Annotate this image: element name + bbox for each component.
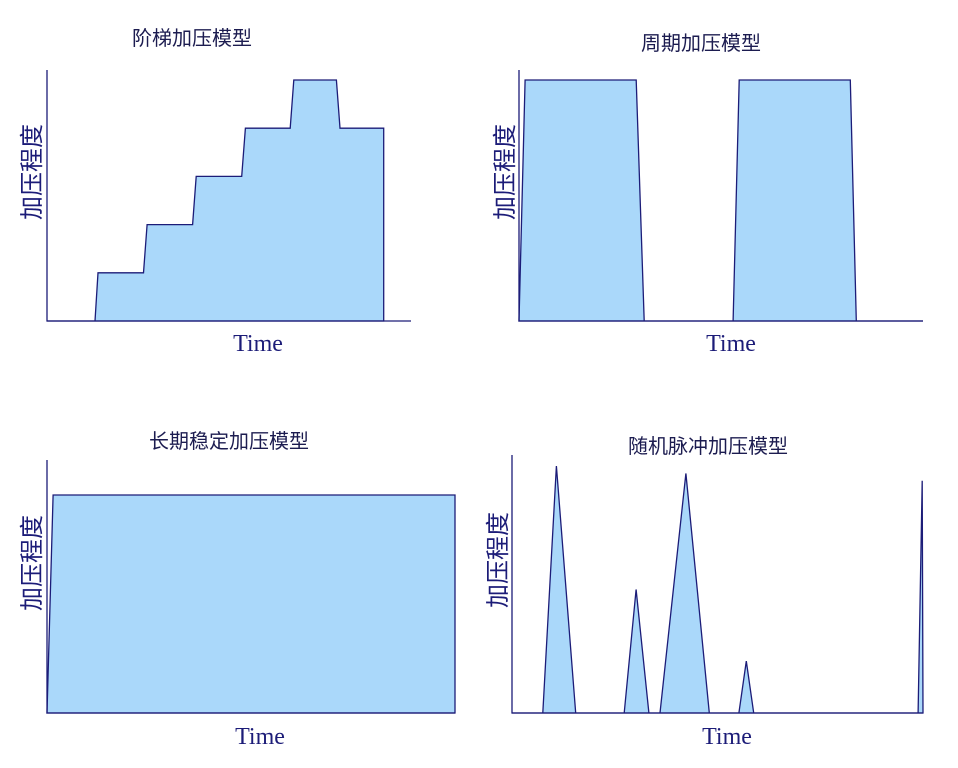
chart-title: 长期稳定加压模型 [149,429,309,453]
panel-periodic-model: 周期加压模型 加压程度 Time [491,31,923,357]
stress-model-figure: 阶梯加压模型 加压程度 Time 周期加压模型 加压程度 Time 长期稳定加压… [18,26,924,750]
y-axis-label: 加压程度 [18,124,46,220]
x-axis-label: Time [706,331,756,357]
x-axis-label: Time [235,724,285,750]
axis-lines [511,455,923,714]
y-axis-label: 加压程度 [491,124,519,220]
series-area [518,79,923,322]
series-area [512,465,924,714]
x-axis-label: Time [702,724,752,750]
series-area [47,79,385,322]
panel-long-term-model: 长期稳定加压模型 加压程度 Time [18,429,456,750]
chart-title: 周期加压模型 [641,31,761,55]
x-axis-label: Time [233,331,283,357]
y-axis-label: 加压程度 [18,515,46,611]
chart-title: 阶梯加压模型 [132,26,252,50]
series-area [46,494,456,714]
y-axis-label: 加压程度 [484,512,512,608]
panel-random-pulse-model: 随机脉冲加压模型 加压程度 Time [484,434,924,750]
chart-title: 随机脉冲加压模型 [628,434,788,458]
panel-step-model: 阶梯加压模型 加压程度 Time [18,26,411,357]
